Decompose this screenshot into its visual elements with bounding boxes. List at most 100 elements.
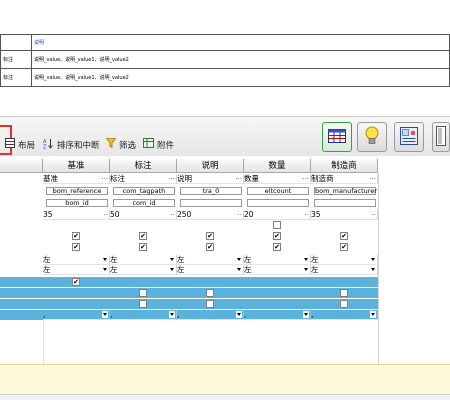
param-field[interactable]: bom_id — [46, 199, 108, 207]
checkbox[interactable] — [206, 300, 214, 308]
checkbox[interactable]: ✔ — [206, 232, 214, 240]
checkbox[interactable] — [139, 289, 147, 297]
column-header[interactable]: 标注 — [110, 159, 177, 173]
blue-dropdown[interactable]: , — [43, 310, 110, 320]
selected-row[interactable]: ✔ — [0, 277, 378, 287]
checkbox[interactable]: ✔ — [72, 232, 80, 240]
dropdown-arrow-icon[interactable] — [169, 266, 175, 273]
stepper-icon[interactable]: ·· — [171, 210, 175, 219]
align-dropdown[interactable]: 左 — [244, 255, 311, 265]
table-view-button[interactable] — [322, 122, 352, 152]
column-header[interactable]: 说明 — [177, 159, 244, 173]
width-cell[interactable]: 20 ·· — [244, 210, 311, 220]
align-dropdown[interactable]: 左 — [43, 255, 110, 265]
param-field[interactable]: tra_0 — [180, 187, 242, 195]
form-view-button[interactable] — [394, 122, 424, 152]
width-cell[interactable]: 35 ·· — [311, 210, 378, 220]
checkbox[interactable] — [340, 289, 348, 297]
width-cell[interactable]: 50 ·· — [110, 210, 177, 220]
dropdown-arrow-icon[interactable] — [303, 256, 309, 263]
name-cell[interactable]: 说明 ··· — [177, 174, 244, 184]
ellipsis-icon[interactable]: ··· — [369, 174, 376, 183]
column-header[interactable]: 数量 — [244, 159, 311, 173]
dropdown-arrow-icon[interactable] — [102, 311, 108, 318]
align-text: 左 — [43, 265, 51, 274]
width-cell[interactable]: 35 ·· — [43, 210, 110, 220]
checkbox[interactable] — [139, 300, 147, 308]
param-field[interactable] — [247, 199, 309, 207]
dropdown-arrow-icon[interactable] — [236, 256, 242, 263]
width-text: 250 — [177, 210, 192, 219]
align-dropdown[interactable]: 左 — [244, 265, 311, 275]
dropdown-arrow-icon[interactable] — [370, 266, 376, 273]
checkbox[interactable]: ✔ — [273, 232, 281, 240]
blue-dropdown[interactable]: , — [311, 310, 378, 320]
stepper-icon[interactable]: ·· — [104, 210, 108, 219]
checkbox[interactable] — [340, 300, 348, 308]
param-field[interactable]: bom_manufacturer — [314, 187, 377, 195]
align-dropdown[interactable]: 左 — [43, 265, 110, 275]
corner-header — [0, 159, 43, 173]
checkbox[interactable]: ✔ — [206, 243, 214, 251]
blue-dropdown[interactable]: , — [244, 310, 311, 320]
ellipsis-icon[interactable]: ··· — [168, 174, 175, 183]
selected-row[interactable]: , , , , , — [0, 310, 378, 320]
ellipsis-icon[interactable]: ··· — [235, 174, 242, 183]
param-field[interactable]: com_tagpath — [113, 187, 175, 195]
align-dropdown[interactable]: 左 — [311, 255, 378, 265]
align-dropdown[interactable]: 左 — [311, 265, 378, 275]
dropdown-arrow-icon[interactable] — [303, 311, 309, 318]
dropdown-arrow-icon[interactable] — [169, 311, 175, 318]
dropdown-arrow-icon[interactable] — [370, 311, 376, 318]
param-field[interactable]: com_id — [113, 199, 175, 207]
stepper-icon[interactable]: ·· — [305, 210, 309, 219]
name-cell[interactable]: 数量 ··· — [244, 174, 311, 184]
checkbox[interactable]: ✔ — [340, 243, 348, 251]
checkbox[interactable]: ✔ — [72, 278, 80, 286]
checkbox[interactable]: ✔ — [72, 243, 80, 251]
dropdown-arrow-icon[interactable] — [303, 266, 309, 273]
blue-dropdown[interactable]: , — [177, 310, 244, 320]
dropdown-arrow-icon[interactable] — [236, 311, 242, 318]
checkbox[interactable]: ✔ — [273, 243, 281, 251]
align-dropdown[interactable]: 左 — [177, 265, 244, 275]
dropdown-arrow-icon[interactable] — [102, 256, 108, 263]
param-field[interactable]: eltcount — [247, 187, 309, 195]
selected-row[interactable] — [0, 299, 378, 309]
dropdown-arrow-icon[interactable] — [236, 266, 242, 273]
param-field[interactable] — [314, 199, 376, 207]
doc-header-link[interactable]: 说明 — [34, 40, 44, 46]
selected-row[interactable] — [0, 288, 378, 298]
tips-button[interactable] — [357, 122, 387, 152]
name-cell[interactable]: 基准 ··· — [43, 174, 110, 184]
checkbox[interactable]: ✔ — [139, 243, 147, 251]
ellipsis-icon[interactable]: ··· — [101, 174, 108, 183]
checkbox[interactable] — [273, 221, 281, 229]
checkbox[interactable]: ✔ — [139, 232, 147, 240]
dropdown-arrow-icon[interactable] — [102, 266, 108, 273]
more-button[interactable] — [432, 122, 450, 152]
stepper-icon[interactable]: ·· — [372, 210, 376, 219]
dropdown-arrow-icon[interactable] — [370, 256, 376, 263]
blue-dropdown[interactable]: , — [110, 310, 177, 320]
align-dropdown[interactable]: 左 — [110, 265, 177, 275]
ellipsis-icon[interactable]: ··· — [302, 174, 309, 183]
doc-row: 说明 — [0, 34, 450, 51]
dropdown-arrow-icon[interactable] — [169, 256, 175, 263]
column-header[interactable]: 制造商 — [311, 159, 378, 173]
column-header[interactable]: 基准 — [43, 159, 110, 173]
align-dropdown[interactable]: 左 — [110, 255, 177, 265]
name-cell[interactable]: 制造商 ··· — [311, 174, 378, 184]
sort-break-button[interactable]: AZ 排序和中断 — [43, 138, 100, 152]
align-dropdown[interactable]: 左 — [177, 255, 244, 265]
checkbox[interactable]: ✔ — [340, 232, 348, 240]
param-field[interactable] — [180, 199, 242, 207]
stepper-icon[interactable]: ·· — [238, 210, 242, 219]
param-field[interactable]: bom_reference — [46, 187, 108, 195]
width-cell[interactable]: 250 ·· — [177, 210, 244, 220]
layout-button[interactable]: 布局 — [5, 138, 35, 151]
filter-button[interactable]: 筛选 — [105, 138, 136, 151]
name-cell[interactable]: 标注 ··· — [110, 174, 177, 184]
checkbox[interactable] — [206, 289, 214, 297]
attachment-button[interactable]: 附件 — [143, 138, 174, 151]
